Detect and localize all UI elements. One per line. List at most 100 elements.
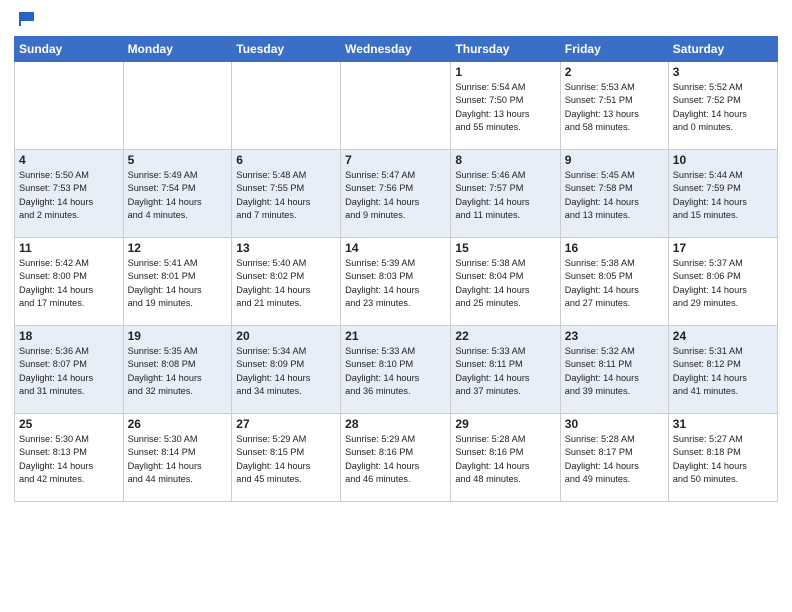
day-info: Sunrise: 5:36 AMSunset: 8:07 PMDaylight:… — [19, 345, 119, 398]
day-info: Sunrise: 5:33 AMSunset: 8:11 PMDaylight:… — [455, 345, 555, 398]
calendar-cell: 13 Sunrise: 5:40 AMSunset: 8:02 PMDayligh… — [232, 238, 341, 326]
logo-flag-icon — [16, 8, 38, 30]
day-info: Sunrise: 5:54 AMSunset: 7:50 PMDaylight:… — [455, 81, 555, 134]
calendar-cell: 31Sunrise: 5:27 AMSunset: 8:18 PMDayligh… — [668, 414, 777, 502]
day-info: Sunrise: 5:37 AMSunset: 8:06 PMDaylight:… — [673, 257, 773, 310]
day-info: Sunrise: 5:38 AMSunset: 8:05 PMDaylight:… — [565, 257, 664, 310]
day-number: 22 — [455, 329, 555, 343]
calendar-cell: 4 Sunrise: 5:50 AMSunset: 7:53 PMDaylight… — [15, 150, 124, 238]
calendar-cell: 24 Sunrise: 5:31 AMSunset: 8:12 PMDayligh… — [668, 326, 777, 414]
day-number: 5 — [128, 153, 228, 167]
calendar-cell: 21Sunrise: 5:33 AMSunset: 8:10 PMDayligh… — [341, 326, 451, 414]
calendar-cell: 22 Sunrise: 5:33 AMSunset: 8:11 PMDayligh… — [451, 326, 560, 414]
day-info: Sunrise: 5:28 AMSunset: 8:16 PMDaylight:… — [455, 433, 555, 486]
header-day-monday: Monday — [123, 37, 232, 62]
day-number: 13 — [236, 241, 336, 255]
day-number: 29 — [455, 417, 555, 431]
calendar-cell: 14 Sunrise: 5:39 AMSunset: 8:03 PMDayligh… — [341, 238, 451, 326]
calendar-cell: 5 Sunrise: 5:49 AMSunset: 7:54 PMDaylight… — [123, 150, 232, 238]
calendar-cell: 7 Sunrise: 5:47 AMSunset: 7:56 PMDaylight… — [341, 150, 451, 238]
calendar-cell: 27 Sunrise: 5:29 AMSunset: 8:15 PMDayligh… — [232, 414, 341, 502]
calendar-cell — [232, 62, 341, 150]
day-number: 7 — [345, 153, 446, 167]
page: SundayMondayTuesdayWednesdayThursdayFrid… — [0, 0, 792, 612]
day-number: 25 — [19, 417, 119, 431]
day-info: Sunrise: 5:31 AMSunset: 8:12 PMDaylight:… — [673, 345, 773, 398]
day-number: 12 — [128, 241, 228, 255]
header-day-thursday: Thursday — [451, 37, 560, 62]
calendar-cell: 20 Sunrise: 5:34 AMSunset: 8:09 PMDayligh… — [232, 326, 341, 414]
day-number: 17 — [673, 241, 773, 255]
day-info: Sunrise: 5:32 AMSunset: 8:11 PMDaylight:… — [565, 345, 664, 398]
calendar-cell: 2 Sunrise: 5:53 AMSunset: 7:51 PMDaylight… — [560, 62, 668, 150]
header-day-friday: Friday — [560, 37, 668, 62]
calendar-cell: 26 Sunrise: 5:30 AMSunset: 8:14 PMDayligh… — [123, 414, 232, 502]
day-info: Sunrise: 5:35 AMSunset: 8:08 PMDaylight:… — [128, 345, 228, 398]
day-number: 26 — [128, 417, 228, 431]
header — [14, 10, 778, 30]
calendar-week-1: 1 Sunrise: 5:54 AMSunset: 7:50 PMDaylight… — [15, 62, 778, 150]
day-number: 30 — [565, 417, 664, 431]
day-info: Sunrise: 5:30 AMSunset: 8:14 PMDaylight:… — [128, 433, 228, 486]
calendar-cell: 11 Sunrise: 5:42 AMSunset: 8:00 PMDayligh… — [15, 238, 124, 326]
calendar-week-4: 18Sunrise: 5:36 AMSunset: 8:07 PMDayligh… — [15, 326, 778, 414]
calendar-week-5: 25 Sunrise: 5:30 AMSunset: 8:13 PMDayligh… — [15, 414, 778, 502]
day-number: 11 — [19, 241, 119, 255]
logo — [14, 10, 38, 30]
day-info: Sunrise: 5:44 AMSunset: 7:59 PMDaylight:… — [673, 169, 773, 222]
day-info: Sunrise: 5:41 AMSunset: 8:01 PMDaylight:… — [128, 257, 228, 310]
day-number: 4 — [19, 153, 119, 167]
calendar-cell: 17 Sunrise: 5:37 AMSunset: 8:06 PMDayligh… — [668, 238, 777, 326]
calendar-cell: 15 Sunrise: 5:38 AMSunset: 8:04 PMDayligh… — [451, 238, 560, 326]
day-number: 28 — [345, 417, 446, 431]
day-info: Sunrise: 5:39 AMSunset: 8:03 PMDaylight:… — [345, 257, 446, 310]
day-number: 15 — [455, 241, 555, 255]
calendar-cell: 30Sunrise: 5:28 AMSunset: 8:17 PMDayligh… — [560, 414, 668, 502]
calendar-cell — [123, 62, 232, 150]
day-info: Sunrise: 5:38 AMSunset: 8:04 PMDaylight:… — [455, 257, 555, 310]
day-info: Sunrise: 5:50 AMSunset: 7:53 PMDaylight:… — [19, 169, 119, 222]
calendar-cell: 10Sunrise: 5:44 AMSunset: 7:59 PMDayligh… — [668, 150, 777, 238]
calendar-table: SundayMondayTuesdayWednesdayThursdayFrid… — [14, 36, 778, 502]
day-number: 21 — [345, 329, 446, 343]
day-info: Sunrise: 5:53 AMSunset: 7:51 PMDaylight:… — [565, 81, 664, 134]
day-number: 1 — [455, 65, 555, 79]
day-number: 24 — [673, 329, 773, 343]
day-number: 9 — [565, 153, 664, 167]
day-number: 8 — [455, 153, 555, 167]
calendar-cell: 8 Sunrise: 5:46 AMSunset: 7:57 PMDaylight… — [451, 150, 560, 238]
day-info: Sunrise: 5:49 AMSunset: 7:54 PMDaylight:… — [128, 169, 228, 222]
calendar-week-2: 4 Sunrise: 5:50 AMSunset: 7:53 PMDaylight… — [15, 150, 778, 238]
calendar-cell: 19 Sunrise: 5:35 AMSunset: 8:08 PMDayligh… — [123, 326, 232, 414]
day-info: Sunrise: 5:30 AMSunset: 8:13 PMDaylight:… — [19, 433, 119, 486]
day-number: 27 — [236, 417, 336, 431]
day-number: 16 — [565, 241, 664, 255]
day-info: Sunrise: 5:52 AMSunset: 7:52 PMDaylight:… — [673, 81, 773, 134]
calendar-cell: 9 Sunrise: 5:45 AMSunset: 7:58 PMDaylight… — [560, 150, 668, 238]
day-info: Sunrise: 5:29 AMSunset: 8:16 PMDaylight:… — [345, 433, 446, 486]
header-day-sunday: Sunday — [15, 37, 124, 62]
day-info: Sunrise: 5:45 AMSunset: 7:58 PMDaylight:… — [565, 169, 664, 222]
day-info: Sunrise: 5:40 AMSunset: 8:02 PMDaylight:… — [236, 257, 336, 310]
day-info: Sunrise: 5:42 AMSunset: 8:00 PMDaylight:… — [19, 257, 119, 310]
day-number: 2 — [565, 65, 664, 79]
calendar-cell: 18Sunrise: 5:36 AMSunset: 8:07 PMDayligh… — [15, 326, 124, 414]
header-day-saturday: Saturday — [668, 37, 777, 62]
day-number: 3 — [673, 65, 773, 79]
day-info: Sunrise: 5:47 AMSunset: 7:56 PMDaylight:… — [345, 169, 446, 222]
calendar-cell: 29 Sunrise: 5:28 AMSunset: 8:16 PMDayligh… — [451, 414, 560, 502]
day-info: Sunrise: 5:46 AMSunset: 7:57 PMDaylight:… — [455, 169, 555, 222]
calendar-cell: 3 Sunrise: 5:52 AMSunset: 7:52 PMDaylight… — [668, 62, 777, 150]
day-number: 19 — [128, 329, 228, 343]
calendar-cell: 28 Sunrise: 5:29 AMSunset: 8:16 PMDayligh… — [341, 414, 451, 502]
day-info: Sunrise: 5:34 AMSunset: 8:09 PMDaylight:… — [236, 345, 336, 398]
header-day-wednesday: Wednesday — [341, 37, 451, 62]
header-day-tuesday: Tuesday — [232, 37, 341, 62]
day-info: Sunrise: 5:48 AMSunset: 7:55 PMDaylight:… — [236, 169, 336, 222]
day-number: 14 — [345, 241, 446, 255]
calendar-cell — [341, 62, 451, 150]
calendar-cell: 12 Sunrise: 5:41 AMSunset: 8:01 PMDayligh… — [123, 238, 232, 326]
day-info: Sunrise: 5:27 AMSunset: 8:18 PMDaylight:… — [673, 433, 773, 486]
day-info: Sunrise: 5:29 AMSunset: 8:15 PMDaylight:… — [236, 433, 336, 486]
day-number: 20 — [236, 329, 336, 343]
